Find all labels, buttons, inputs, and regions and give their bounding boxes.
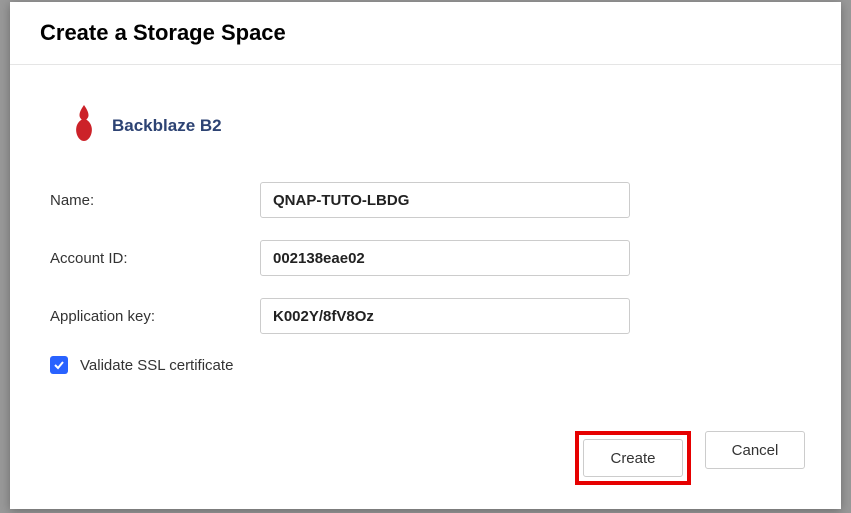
modal-title: Create a Storage Space: [40, 20, 811, 46]
application-key-label: Application key:: [50, 308, 260, 325]
modal-body[interactable]: Backblaze B2 Name: Account ID: Applicati…: [10, 65, 841, 413]
modal-footer: Create Cancel: [10, 413, 841, 509]
backblaze-icon: [70, 105, 98, 146]
name-field[interactable]: [260, 182, 630, 218]
modal-header: Create a Storage Space: [10, 2, 841, 65]
provider-row: Backblaze B2: [70, 105, 801, 146]
account-id-label: Account ID:: [50, 250, 260, 267]
ssl-checkbox-row: Validate SSL certificate: [50, 356, 801, 374]
validate-ssl-checkbox[interactable]: [50, 356, 68, 374]
provider-name: Backblaze B2: [112, 116, 222, 136]
redacted-overlay: [390, 242, 628, 274]
name-label: Name:: [50, 192, 260, 209]
validate-ssl-label: Validate SSL certificate: [80, 357, 233, 374]
form-row-name: Name:: [50, 182, 801, 218]
create-button[interactable]: Create: [583, 439, 683, 477]
create-highlight-box: Create: [575, 431, 691, 485]
redacted-overlay: [395, 300, 628, 332]
cancel-button[interactable]: Cancel: [705, 431, 805, 469]
form-row-appkey: Application key:: [50, 298, 801, 334]
create-storage-modal: Create a Storage Space Backblaze B2 Name…: [10, 2, 841, 509]
form-row-account: Account ID:: [50, 240, 801, 276]
